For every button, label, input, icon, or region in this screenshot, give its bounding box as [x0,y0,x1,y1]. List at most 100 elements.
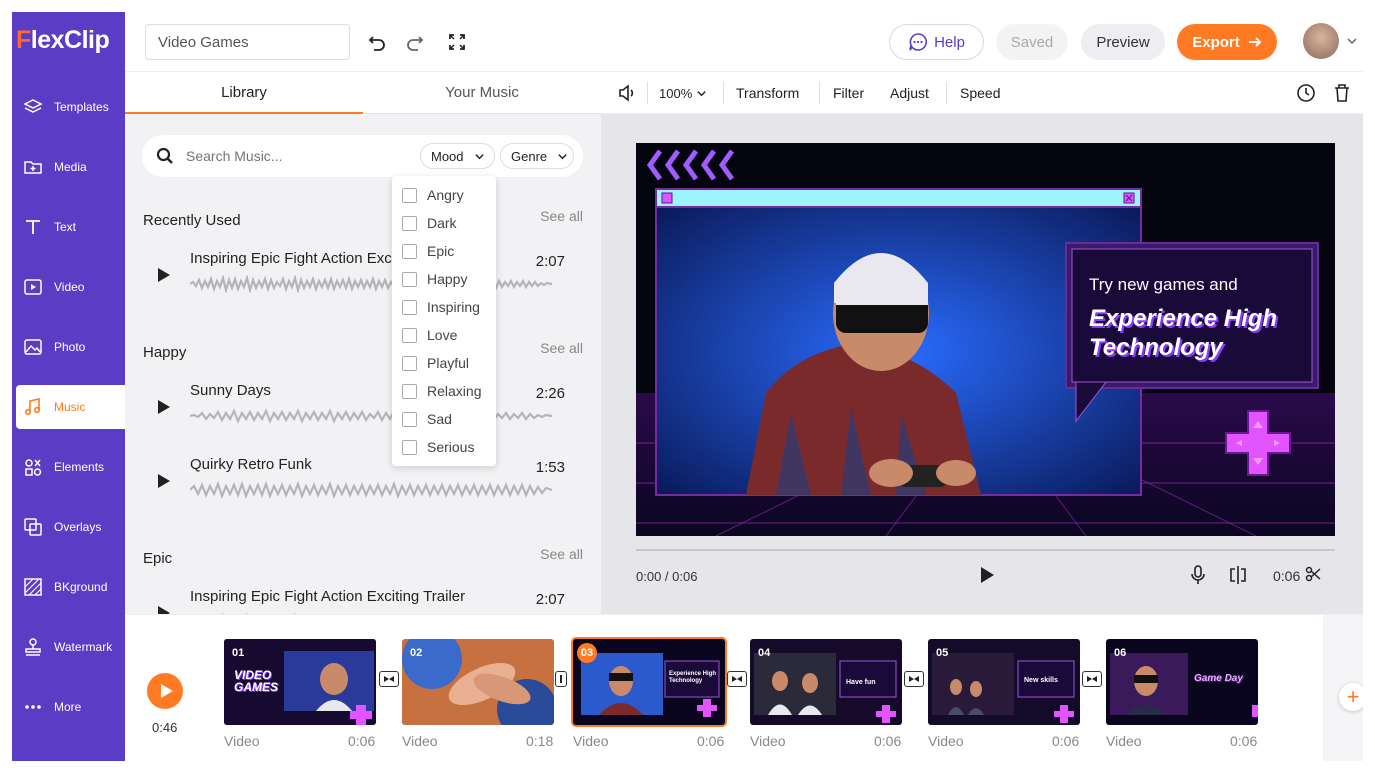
project-name-input[interactable] [145,24,350,60]
sidebar-item-label: Overlays [54,520,102,534]
clip-headline: Have fun [846,679,876,686]
mood-option[interactable]: Relaxing [392,377,496,405]
clip-number: 06 [1114,647,1127,659]
clip-headline: Game Day [1194,673,1243,684]
checkbox[interactable] [402,411,417,427]
mood-dropdown[interactable]: Mood [420,143,495,169]
transition-button[interactable] [555,671,567,687]
mood-option[interactable]: Sad [392,405,496,433]
see-all-link[interactable]: See all [540,340,583,356]
timeline-clip[interactable]: 03 Experience High Technology [571,637,727,727]
timeline-clip[interactable]: 05 New skills [928,639,1080,725]
track-duration: 2:26 [535,385,565,402]
play-icon[interactable] [978,566,996,589]
preview-button[interactable]: Preview [1081,24,1165,60]
checkbox[interactable] [402,355,417,371]
tab-library[interactable]: Library [125,72,363,114]
track-item[interactable]: Quirky Retro Funk 1:53 [143,451,583,513]
logo[interactable]: FlexClip [16,26,110,55]
user-avatar[interactable] [1303,23,1339,59]
play-icon[interactable] [157,399,171,420]
mood-option[interactable]: Serious [392,433,496,461]
mood-option[interactable]: Love [392,321,496,349]
see-all-link[interactable]: See all [540,208,583,224]
split-icon[interactable] [1229,565,1247,590]
sidebar-item-photo[interactable]: Photo [16,325,125,369]
transition-button[interactable] [1082,671,1102,687]
timeline-clip[interactable]: 01 VIDEO GAMES [224,639,376,725]
play-icon[interactable] [157,605,171,614]
sidebar-item-video[interactable]: Video [16,265,125,309]
redo-icon[interactable] [403,30,427,54]
mood-option[interactable]: Dark [392,209,496,237]
sidebar-item-templates[interactable]: Templates [16,85,125,129]
timeline: 0:46 01 VIDEO GAMES Video 0:06 02 Video … [125,614,1363,761]
zoom-select[interactable]: 100% [659,72,707,114]
stage-text-line2: Experience High [1089,305,1278,332]
export-label: Export [1192,33,1240,51]
checkbox[interactable] [402,383,417,399]
sidebar-item-elements[interactable]: Elements [16,445,125,489]
checkbox[interactable] [402,299,417,315]
transform-button[interactable]: Transform [736,72,799,114]
volume-icon[interactable] [617,72,637,114]
checkbox[interactable] [402,271,417,287]
more-icon [22,696,44,718]
sidebar-item-media[interactable]: Media [16,145,125,189]
mood-option[interactable]: Angry [392,181,496,209]
clock-icon[interactable] [1296,72,1316,114]
chevron-down-icon[interactable] [1346,34,1358,52]
checkbox[interactable] [402,327,417,343]
checkbox[interactable] [402,439,417,455]
track-item[interactable]: Sunny Days 2:26 [143,377,583,439]
scissors-icon[interactable] [1305,566,1321,587]
undo-icon[interactable] [365,30,389,54]
timeline-play-button[interactable] [147,673,183,709]
transition-button[interactable] [379,671,399,687]
play-icon[interactable] [157,473,171,494]
track-item[interactable]: Inspiring Epic Fight Action Exciting Tra… [143,245,583,307]
filter-button[interactable]: Filter [833,72,864,114]
transition-button[interactable] [904,671,924,687]
play-icon [160,683,174,699]
see-all-link[interactable]: See all [540,546,583,562]
genre-dropdown[interactable]: Genre [500,143,574,169]
fullscreen-icon[interactable] [445,30,469,54]
clip-duration: 0:06 [348,733,376,749]
video-stage[interactable]: Try new games and Experience High Techno… [636,143,1335,536]
track-title: Inspiring Epic Fight Action Exciting Tra… [190,588,466,605]
clip-number: 05 [936,647,949,659]
adjust-button[interactable]: Adjust [890,72,929,114]
microphone-icon[interactable] [1189,565,1207,590]
sidebar-item-overlays[interactable]: Overlays [16,505,125,549]
transition-button[interactable] [727,671,747,687]
stamp-icon [22,636,44,658]
tab-your-music[interactable]: Your Music [363,72,601,114]
mood-option[interactable]: Inspiring [392,293,496,321]
mood-option[interactable]: Epic [392,237,496,265]
trash-icon[interactable] [1333,72,1351,114]
sidebar-item-bkground[interactable]: BKground [16,565,125,609]
export-button[interactable]: Export [1177,24,1277,60]
timeline-clip[interactable]: 04 Have fun [750,639,902,725]
checkbox[interactable] [402,243,417,259]
add-clip-button[interactable]: + [1339,683,1363,711]
track-duration: 2:07 [535,253,565,270]
mood-option[interactable]: Playful [392,349,496,377]
sidebar-item-more[interactable]: More [16,685,125,729]
sidebar-item-music[interactable]: Music [16,385,125,429]
checkbox[interactable] [402,187,417,203]
mood-option[interactable]: Happy [392,265,496,293]
checkbox[interactable] [402,215,417,231]
sidebar-item-watermark[interactable]: Watermark [16,625,125,669]
zoom-value: 100% [659,85,693,101]
timeline-clip[interactable]: 02 [402,639,554,725]
sidebar-item-text[interactable]: Text [16,205,125,249]
play-icon[interactable] [157,267,171,288]
progress-track[interactable] [636,549,1335,551]
search-music-input[interactable] [186,145,406,167]
timeline-clip[interactable]: 06 Game Day [1106,639,1258,725]
track-item[interactable]: Inspiring Epic Fight Action Exciting Tra… [143,583,583,614]
speed-button[interactable]: Speed [960,72,1000,114]
help-button[interactable]: Help [889,24,984,60]
